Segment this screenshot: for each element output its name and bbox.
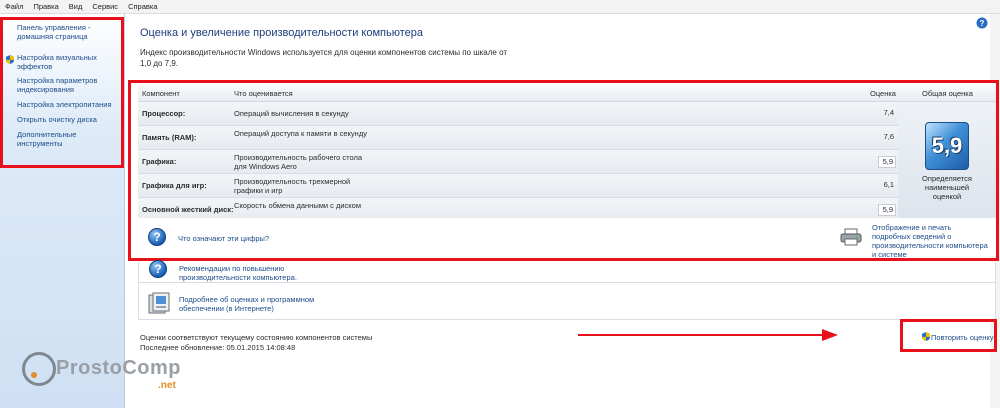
logo-ring-icon [22,352,56,386]
table-highlight-frame [128,80,999,261]
page-title: Оценка и увеличение производительности к… [140,27,423,39]
intro-text: Индекс производительности Windows исполь… [140,48,508,68]
menu-help[interactable]: Справка [128,2,157,11]
status-current: Оценки соответствуют текущему состоянию … [140,333,373,342]
help-icon[interactable]: ? [976,17,988,29]
logo-wordmark: ProstoComp [56,357,181,379]
tips-link[interactable]: Рекомендации по повышению производительн… [179,264,349,282]
prostocomp-logo: ProstoComp .net [22,352,181,400]
tips-box: ? Рекомендации по повышению производител… [138,260,996,284]
software-box-icon [148,292,170,314]
svg-text:?: ? [980,19,985,28]
menu-edit[interactable]: Правка [33,2,58,11]
logo-dot-icon [31,372,37,378]
rerun-highlight-frame [900,319,997,352]
status-last-update: Последнее обновление: 05.01.2015 14:08:4… [140,343,296,352]
menu-view[interactable]: Вид [69,2,83,11]
more-info-box: Подробнее об оценках и программном обесп… [138,282,996,320]
question-icon: ? [149,260,167,278]
menu-bar: Файл Правка Вид Сервис Справка [0,0,1000,14]
menu-tools[interactable]: Сервис [92,2,118,11]
menu-file[interactable]: Файл [5,2,23,11]
sidebar-highlight-frame [0,17,124,168]
annotation-arrow-line [578,334,828,336]
more-info-link[interactable]: Подробнее об оценках и программном обесп… [179,295,349,313]
logo-suffix: .net [158,380,176,391]
annotation-arrow-head [822,329,838,341]
